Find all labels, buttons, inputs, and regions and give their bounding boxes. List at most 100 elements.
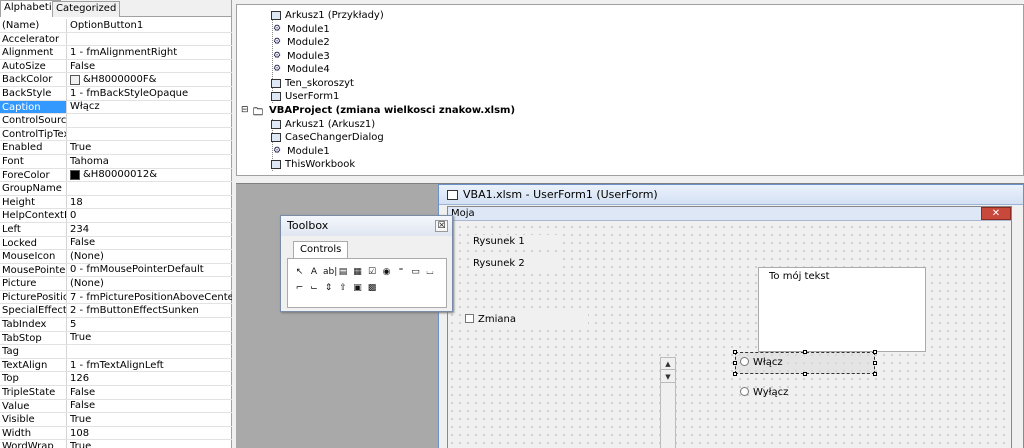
combobox-tool-icon[interactable]: ▤ bbox=[338, 267, 349, 278]
property-row[interactable]: Enabled True bbox=[0, 141, 232, 155]
property-value[interactable] bbox=[67, 345, 232, 358]
property-row[interactable]: Accelerator bbox=[0, 32, 232, 47]
property-value[interactable]: Włącz bbox=[67, 101, 232, 114]
property-value[interactable]: (None) bbox=[67, 250, 232, 263]
resize-handle[interactable] bbox=[873, 372, 877, 376]
tab-categorized[interactable]: Categorized bbox=[52, 1, 121, 17]
tree-item-ten-skoroszyt[interactable]: Ten_skoroszyt bbox=[271, 77, 354, 90]
tree-item-module3[interactable]: ⚙ Module3 bbox=[271, 50, 330, 63]
property-row[interactable]: Font Tahoma bbox=[0, 154, 232, 169]
textbox[interactable]: To mój tekst bbox=[758, 267, 926, 352]
property-value[interactable] bbox=[67, 33, 232, 46]
property-row[interactable]: GroupName bbox=[0, 182, 232, 196]
property-value[interactable]: 7 - fmPicturePositionAboveCenter bbox=[67, 291, 232, 304]
multipage-tool-icon[interactable]: ⌙ bbox=[309, 283, 320, 294]
property-value[interactable]: 108 bbox=[67, 427, 232, 440]
scrollbar-control[interactable]: ▲ ▼ bbox=[660, 357, 676, 448]
tree-item-module1[interactable]: ⚙ Module1 bbox=[271, 23, 330, 36]
resize-handle[interactable] bbox=[803, 372, 807, 376]
property-row[interactable]: TabStop True bbox=[0, 331, 232, 346]
resize-handle[interactable] bbox=[733, 350, 737, 354]
tree-item-casechangerdialog[interactable]: CaseChangerDialog bbox=[271, 131, 384, 144]
optionbutton-tool-icon[interactable]: ◉ bbox=[381, 267, 392, 278]
scrollbar-tool-icon[interactable]: ⇕ bbox=[323, 283, 334, 294]
tree-item-vbaproject[interactable]: 🗀 VBAProject (zmiana wielkosci znakow.xls… bbox=[253, 104, 515, 118]
close-icon[interactable]: ✕ bbox=[981, 207, 1011, 220]
property-value[interactable]: 0 bbox=[67, 209, 232, 222]
property-row[interactable]: Height 18 bbox=[0, 195, 232, 210]
frame-tool-icon[interactable]: ▭ bbox=[410, 267, 421, 278]
resize-handle[interactable] bbox=[873, 361, 877, 365]
property-value[interactable]: True bbox=[67, 141, 232, 154]
label-rysunek1[interactable]: Rysunek 1 bbox=[470, 235, 560, 249]
textbox-tool-icon[interactable]: ab| bbox=[323, 267, 337, 278]
property-value[interactable]: 0 - fmMousePointerDefault bbox=[67, 264, 232, 277]
property-row[interactable]: BackStyle 1 - fmBackStyleOpaque bbox=[0, 86, 232, 101]
property-row[interactable]: (Name) OptionButton1 bbox=[0, 19, 232, 33]
userform-caption-bar[interactable]: Moja ✕ bbox=[448, 207, 1011, 221]
property-row[interactable]: AutoSize False bbox=[0, 59, 232, 74]
designer-titlebar[interactable]: VBA1.xlsm - UserForm1 (UserForm) bbox=[439, 185, 1023, 205]
resize-handle[interactable] bbox=[733, 361, 737, 365]
option-button-wlacz[interactable]: Włącz bbox=[740, 357, 783, 369]
tree-item-arkusz1-przyklady[interactable]: Arkusz1 (Przykłady) bbox=[271, 9, 384, 22]
property-row[interactable]: SpecialEffect 2 - fmButtonEffectSunken bbox=[0, 304, 232, 319]
property-row[interactable]: PicturePosition7 - fmPicturePositionAbov… bbox=[0, 290, 232, 305]
property-value[interactable]: &H80000012& bbox=[67, 169, 232, 182]
property-row[interactable]: ControlTipText bbox=[0, 127, 232, 142]
property-value[interactable]: OptionButton1 bbox=[67, 19, 232, 32]
property-value[interactable]: (None) bbox=[67, 277, 232, 290]
property-row[interactable]: ForeColor &H80000012& bbox=[0, 168, 232, 183]
refedit-tool-icon[interactable]: ▩ bbox=[367, 283, 378, 294]
property-row[interactable]: Width 108 bbox=[0, 426, 232, 441]
property-value[interactable]: &H8000000F& bbox=[67, 73, 232, 86]
property-value[interactable] bbox=[67, 114, 232, 127]
resize-handle[interactable] bbox=[873, 350, 877, 354]
tree-item-module4[interactable]: ⚙ Module4 bbox=[271, 63, 330, 76]
label-rysunek2[interactable]: Rysunek 2 bbox=[470, 257, 560, 271]
property-value[interactable]: False bbox=[67, 237, 232, 250]
tree-item-thisworkbook[interactable]: ThisWorkbook bbox=[271, 158, 355, 171]
userform-canvas[interactable]: Moja ✕ Rysunek 1 Rysunek 2 To mój tekst … bbox=[447, 206, 1012, 448]
property-row[interactable]: WordWrap True bbox=[0, 440, 232, 448]
property-value[interactable]: False bbox=[67, 386, 232, 399]
tree-item-userform1[interactable]: UserForm1 bbox=[271, 90, 339, 103]
property-row[interactable]: TripleState False bbox=[0, 386, 232, 400]
chevron-up-icon[interactable]: ▲ bbox=[661, 358, 675, 370]
property-row[interactable]: ControlSource bbox=[0, 114, 232, 128]
image-tool-icon[interactable]: ▣ bbox=[352, 283, 363, 294]
tree-item-module2[interactable]: ⚙ Module2 bbox=[271, 36, 330, 49]
listbox-tool-icon[interactable]: ▦ bbox=[352, 267, 363, 278]
property-value[interactable]: 234 bbox=[67, 223, 232, 236]
property-row[interactable]: Locked False bbox=[0, 236, 232, 251]
resize-handle[interactable] bbox=[733, 372, 737, 376]
property-value[interactable]: 1 - fmAlignmentRight bbox=[67, 46, 232, 59]
property-value[interactable]: False bbox=[67, 400, 232, 413]
property-value[interactable]: True bbox=[67, 332, 232, 345]
checkbox-tool-icon[interactable]: ☑ bbox=[367, 267, 378, 278]
property-row[interactable]: Visible True bbox=[0, 413, 232, 427]
property-row[interactable]: Caption Włącz bbox=[0, 100, 232, 115]
property-row[interactable]: Value False bbox=[0, 399, 232, 414]
pointer-icon[interactable]: ↖ bbox=[294, 267, 305, 278]
property-value[interactable]: True bbox=[67, 413, 232, 426]
property-row[interactable]: HelpContextID0 bbox=[0, 209, 232, 223]
property-row[interactable]: Alignment 1 - fmAlignmentRight bbox=[0, 46, 232, 60]
property-value[interactable]: 126 bbox=[67, 372, 232, 385]
option-button-wylacz[interactable]: Wyłącz bbox=[740, 387, 788, 399]
toolbox-titlebar[interactable]: Toolbox ☒ bbox=[281, 216, 452, 236]
label-tool-icon[interactable]: A bbox=[309, 267, 320, 278]
property-row[interactable]: MouseIcon (None) bbox=[0, 250, 232, 264]
commandbutton-tool-icon[interactable]: ⌴ bbox=[425, 267, 436, 278]
property-value[interactable] bbox=[67, 128, 232, 141]
close-icon[interactable]: ☒ bbox=[435, 220, 448, 232]
property-value[interactable] bbox=[67, 182, 232, 195]
spinbutton-tool-icon[interactable]: ⇧ bbox=[338, 283, 349, 294]
property-row[interactable]: Picture (None) bbox=[0, 277, 232, 291]
property-row[interactable]: TabIndex 5 bbox=[0, 318, 232, 332]
property-value[interactable]: Tahoma bbox=[67, 155, 232, 168]
tree-item-arkusz1[interactable]: Arkusz1 (Arkusz1) bbox=[271, 118, 375, 131]
property-row[interactable]: TextAlign 1 - fmTextAlignLeft bbox=[0, 358, 232, 373]
togglebutton-tool-icon[interactable]: ⁼ bbox=[396, 267, 407, 278]
property-value[interactable]: True bbox=[67, 440, 232, 448]
